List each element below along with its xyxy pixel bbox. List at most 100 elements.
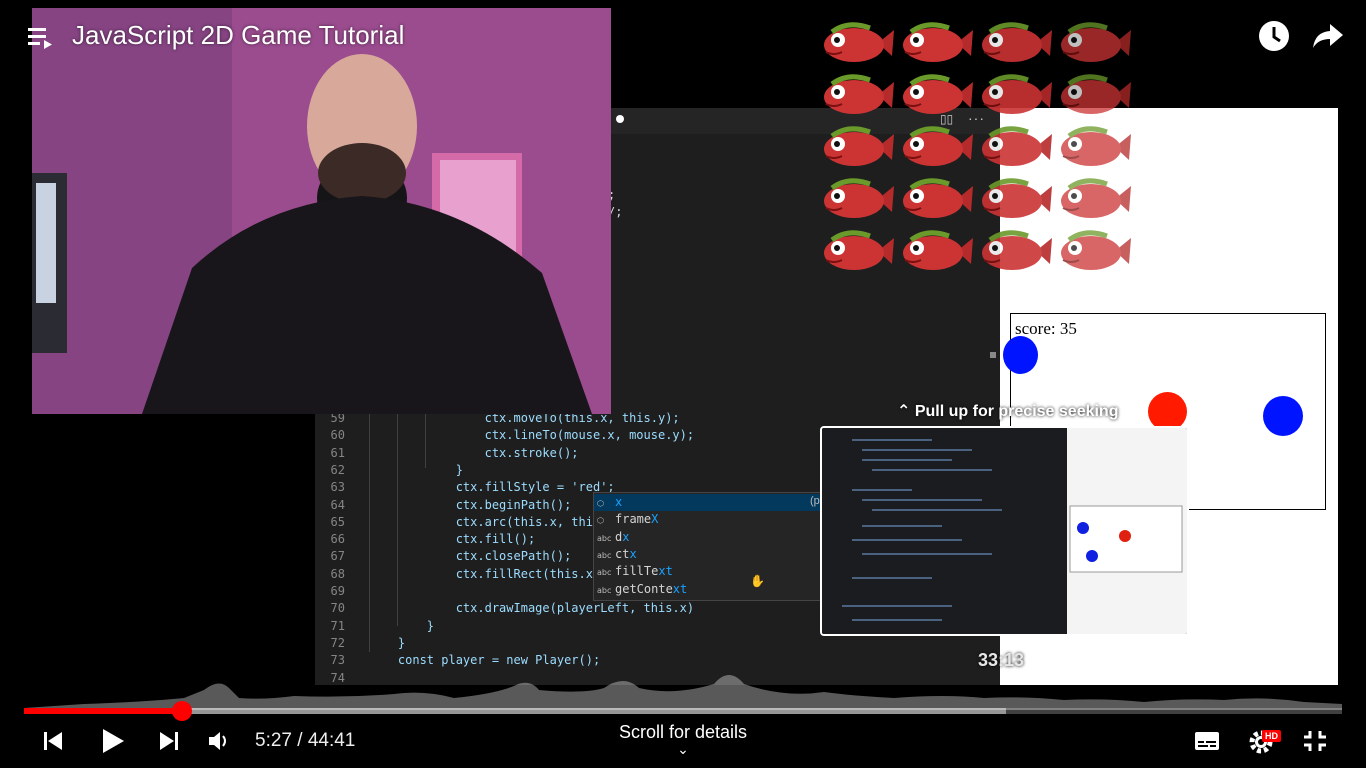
line-number: 65 (330, 514, 345, 529)
line-number: 67 (330, 549, 345, 564)
video-title[interactable]: JavaScript 2D Game Tutorial (72, 20, 404, 51)
fish-sprite (897, 226, 975, 276)
suggestion-match: X (651, 512, 659, 527)
volume-icon[interactable] (208, 730, 232, 757)
fish-sprite (1055, 18, 1133, 68)
time-display: 5:27 / 44:41 (255, 730, 356, 751)
line-code[interactable]: ctx.beginPath(); (369, 498, 572, 512)
play-icon[interactable] (100, 727, 126, 760)
fish-sprite (1055, 226, 1133, 276)
code-line: 61 ctx.stroke(); (315, 445, 835, 462)
chevron-down-icon: ⌄ (677, 741, 689, 757)
mouse-cursor-icon: ✋ (750, 574, 765, 588)
property-icon: ⬡ (597, 516, 604, 526)
fish-sprite (897, 122, 975, 172)
fish-sprite (818, 122, 896, 172)
line-number: 61 (330, 445, 345, 460)
fish-sprite (976, 122, 1054, 172)
suggestion-item[interactable]: abc ctx (594, 546, 824, 563)
line-code[interactable]: } (369, 636, 405, 650)
suggestion-item[interactable]: ⬡ x (594, 494, 824, 511)
progress-scrubber[interactable] (172, 701, 192, 721)
suggestion-match: xt (658, 564, 673, 579)
suggestion-label: frame (615, 512, 652, 527)
fish-sprite (818, 18, 896, 68)
autocomplete-popup[interactable]: ⬡ x ⬡ frameX abc dx abc ctx abc fillText abc getCon… (593, 492, 825, 601)
blue-bubble (1263, 396, 1303, 436)
pull-up-hint: ⌃ Pull up for precise seeking (897, 401, 1118, 421)
line-code[interactable]: ctx.arc(this.x, this.y, (369, 515, 622, 529)
hd-badge: HD (1262, 730, 1281, 742)
word-suggestion-icon: abc (597, 550, 612, 560)
line-number: 66 (330, 532, 345, 547)
fish-sprite (897, 174, 975, 224)
line-number: 70 (330, 601, 345, 616)
fish-sprite (976, 174, 1054, 224)
suggestion-label: x (615, 495, 623, 509)
fish-sprite (897, 18, 975, 68)
suggestion-match: x (622, 529, 630, 544)
code-line: 60 ctx.lineTo(mouse.x, mouse.y); (315, 427, 835, 444)
line-number: 71 (330, 618, 345, 633)
fish-sprite (1055, 122, 1133, 172)
fish-sprite (818, 226, 896, 276)
seek-preview-thumbnail (820, 426, 1189, 636)
suggest-hint: (p (810, 495, 820, 507)
blue-bubble (1003, 336, 1038, 374)
watch-later-icon[interactable] (1258, 20, 1290, 57)
share-icon[interactable] (1312, 22, 1344, 55)
fish-sprite (1055, 70, 1133, 120)
line-number: 68 (330, 566, 345, 581)
line-number: 69 (330, 584, 345, 598)
word-suggestion-icon: abc (597, 533, 612, 543)
suggestion-label: getConte (615, 581, 673, 596)
line-number: 62 (330, 462, 345, 477)
line-code[interactable]: ctx.fill(); (369, 532, 535, 546)
suggestion-match: xt (672, 581, 688, 596)
line-code[interactable]: } (369, 619, 434, 633)
next-icon[interactable] (158, 730, 180, 757)
code-line: 62 } (315, 462, 835, 479)
fish-sprite (1055, 174, 1133, 224)
scrollbar-marker (990, 352, 996, 358)
fish-sprite (976, 226, 1054, 276)
fish-sprite (976, 70, 1054, 120)
suggestion-item[interactable]: abc dx (594, 529, 824, 546)
unsaved-dot-icon (616, 115, 624, 123)
suggestion-item[interactable]: ⬡ frameX (594, 511, 824, 528)
scroll-for-details[interactable]: Scroll for details ⌄ (600, 722, 766, 757)
line-code[interactable]: ctx.stroke(); (369, 446, 579, 460)
suggestion-match: x (629, 546, 637, 561)
line-number: 72 (330, 635, 345, 650)
progress-played (24, 708, 182, 714)
suggestion-label: fillTe (615, 564, 659, 579)
code-line: 73 const player = new Player(); (315, 652, 835, 669)
word-suggestion-icon: abc (597, 585, 612, 595)
line-code[interactable]: ctx.drawImage(playerLeft, this.x) (369, 601, 694, 615)
line-code[interactable]: ctx.closePath(); (369, 549, 572, 563)
line-code[interactable]: ctx.lineTo(mouse.x, mouse.y); (369, 428, 695, 442)
property-icon: ⬡ (597, 499, 604, 508)
line-code[interactable]: ctx.fillRect(this.x,this (369, 567, 629, 581)
line-number: 64 (330, 497, 345, 512)
webcam-video (32, 8, 611, 414)
fish-sprite (976, 18, 1054, 68)
line-number: 60 (330, 428, 345, 443)
code-line: 72 } (315, 635, 835, 652)
exit-fullscreen-icon[interactable] (1302, 729, 1328, 758)
fish-sprite (818, 174, 896, 224)
previous-icon[interactable] (42, 730, 64, 757)
suggestion-item[interactable]: abc fillText (594, 563, 824, 580)
line-code[interactable]: } (369, 463, 463, 477)
suggestion-item[interactable]: abc getContext (594, 581, 824, 598)
line-code[interactable]: ctx.fillStyle = 'red'; (369, 480, 615, 494)
line-number: 63 (330, 480, 345, 495)
playlist-icon[interactable] (28, 25, 54, 56)
line-code[interactable]: const player = new Player(); (369, 653, 600, 667)
word-suggestion-icon: abc (597, 568, 612, 578)
suggestion-label: ct (615, 546, 630, 561)
code-line: 70 ctx.drawImage(playerLeft, this.x) (315, 600, 835, 617)
scroll-details-label: Scroll for details (618, 722, 748, 742)
subtitles-icon[interactable] (1194, 730, 1220, 757)
pull-up-text: Pull up for precise seeking (914, 403, 1119, 420)
